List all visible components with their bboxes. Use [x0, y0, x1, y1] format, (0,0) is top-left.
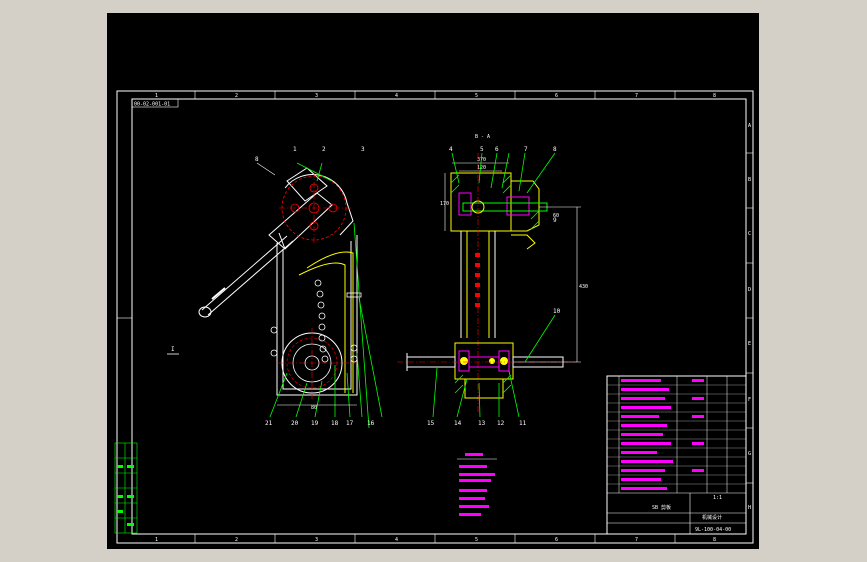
zone-top-6: 6: [555, 93, 558, 99]
bottom-leaders: [269, 297, 383, 418]
callout-18: 18: [331, 420, 339, 427]
tech-notes: [459, 453, 495, 516]
zone-labels-top: 1 2 3 4 5 6 7 8: [155, 93, 716, 99]
callout-21: 21: [265, 420, 273, 427]
zone-right-c: C: [748, 231, 751, 237]
callout-7: 7: [524, 146, 528, 153]
right-view: B - A 370 120: [397, 134, 588, 427]
dim-span-inner: 120: [477, 165, 486, 171]
zone-bottom-8: 8: [713, 537, 716, 543]
callout-6: 6: [495, 146, 499, 153]
zone-bottom-6: 6: [555, 537, 558, 543]
callout-15: 15: [427, 420, 435, 427]
chain-guide: [298, 251, 354, 393]
cad-drawing: 1 2 3 4 5 6 7 8 1 2 3 4 5 6 7 8 A B C D …: [114, 90, 754, 544]
zone-top-1: 1: [155, 93, 158, 99]
drawing-code-bottom: 9L-100-04-00: [695, 527, 731, 533]
crank-lever: [268, 192, 333, 250]
handle-bar: [198, 235, 294, 318]
callout-14: 14: [454, 420, 462, 427]
leader-line-3: [353, 222, 370, 429]
leader-line-1: [296, 162, 333, 182]
dim-left-vert: 170: [440, 201, 449, 207]
callout-10: 10: [553, 308, 561, 315]
zone-top-2: 2: [235, 93, 238, 99]
dim-base: 80: [311, 405, 317, 411]
zone-top-5: 5: [475, 93, 478, 99]
zone-labels-bottom: 1 2 3 4 5 6 7 8: [155, 537, 716, 543]
cad-viewport[interactable]: 1 2 3 4 5 6 7 8 1 2 3 4 5 6 7 8 A B C D …: [107, 13, 759, 549]
view-label: B - A: [475, 134, 490, 140]
sector-outline: [284, 174, 354, 236]
leader-line-2: [316, 162, 323, 182]
lower-gears: [460, 357, 508, 365]
inner-frame: [131, 98, 747, 535]
left-view: 80 I 8 1 2 3 21 20 19 18 17 16: [167, 146, 383, 429]
callout-20: 20: [291, 420, 299, 427]
zone-top-8: 8: [713, 93, 716, 99]
zone-right-e: E: [748, 341, 751, 347]
callout-1: 1: [293, 146, 297, 153]
zone-bottom-4: 4: [395, 537, 398, 543]
drawing-code-top: 00-02-001-01: [134, 102, 170, 108]
revision-marks: [117, 465, 134, 526]
zone-bottom-7: 7: [635, 537, 638, 543]
callout-8-right: 8: [553, 146, 557, 153]
zone-bottom-2: 2: [235, 537, 238, 543]
callout-16: 16: [367, 420, 375, 427]
zone-right-g: G: [748, 451, 751, 457]
title-block-company: 机械设计: [702, 514, 722, 521]
section-label: I: [171, 346, 175, 353]
callout-13: 13: [478, 420, 486, 427]
callout-8-left: 8: [255, 156, 259, 163]
callout-3: 3: [361, 146, 365, 153]
revision-block: [114, 442, 138, 534]
callout-5: 5: [480, 146, 484, 153]
zone-bottom-3: 3: [315, 537, 318, 543]
zone-right-d: D: [748, 287, 751, 293]
zone-right-h: H: [748, 505, 751, 511]
zone-right-a: A: [748, 123, 751, 129]
callout-12: 12: [497, 420, 505, 427]
outer-frame: [116, 90, 754, 544]
upper-hatch: [450, 174, 540, 230]
zone-labels-right: A B C D E F G H: [748, 123, 751, 511]
zone-top-3: 3: [315, 93, 318, 99]
upper-shaft: [462, 202, 548, 212]
zone-ticks: [117, 91, 753, 543]
dim-height: 430: [579, 284, 588, 290]
zone-bottom-1: 1: [155, 537, 158, 543]
leader-line-8: [256, 162, 276, 176]
parts-text: [621, 379, 704, 490]
title-block-scale: 1:1: [713, 495, 722, 501]
callout-19: 19: [311, 420, 319, 427]
zone-top-4: 4: [395, 93, 398, 99]
callout-2: 2: [322, 146, 326, 153]
callout-4: 4: [449, 146, 453, 153]
zone-top-7: 7: [635, 93, 638, 99]
callout-17: 17: [346, 420, 354, 427]
height-dim: [513, 206, 581, 363]
callout-11: 11: [519, 420, 527, 427]
zone-right-f: F: [748, 397, 751, 403]
zone-bottom-5: 5: [475, 537, 478, 543]
tube-chain: [475, 253, 480, 307]
title-block-title: SB 剪板: [652, 504, 671, 511]
right-callouts: 4 5 6 7 8 9 10 11 12 13 14 15: [427, 146, 561, 427]
callout-9: 9: [553, 217, 557, 224]
upper-bearing: [458, 192, 530, 216]
zone-right-b: B: [748, 177, 751, 183]
